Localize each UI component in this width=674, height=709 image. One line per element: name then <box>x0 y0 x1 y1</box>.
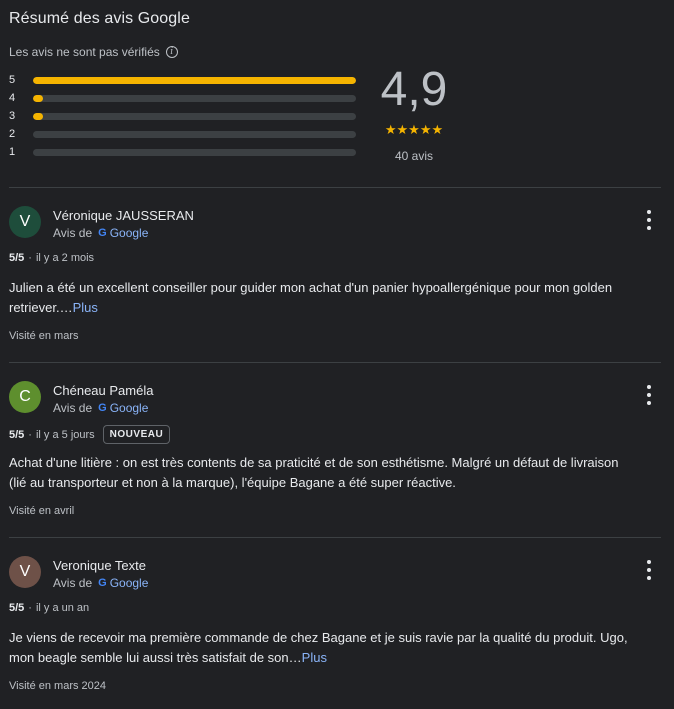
review-card: V Véronique JAUSSERAN Avis de G Google 5… <box>9 206 661 346</box>
rating-bar-row[interactable]: 2 <box>9 125 359 143</box>
divider <box>9 537 661 538</box>
source-prefix: Avis de <box>53 401 93 415</box>
review-meta: 5/5 · il y a un an <box>9 602 90 614</box>
google-icon: G <box>98 577 107 589</box>
more-link[interactable]: Plus <box>302 650 327 665</box>
info-icon[interactable]: i <box>165 46 178 58</box>
page-title: Résumé des avis Google <box>9 10 190 27</box>
unverified-label: Les avis ne sont pas vérifiés <box>9 45 160 59</box>
divider <box>9 362 661 363</box>
overall-score: 4,9 ★★★★★ 40 avis <box>370 60 458 163</box>
source-prefix: Avis de <box>53 226 93 240</box>
visit-date: Visité en mars <box>9 330 79 342</box>
visit-date: Visité en mars 2024 <box>9 680 107 692</box>
rating-bar-track <box>33 148 356 156</box>
visit-date: Visité en avril <box>9 505 75 517</box>
rating-bar-track <box>33 130 356 138</box>
source-prefix: Avis de <box>53 576 93 590</box>
review-card: C Chéneau Paméla Avis de G Google 5/5 · … <box>9 381 661 521</box>
rating-bar-fill <box>33 94 43 102</box>
new-badge: NOUVEAU <box>102 425 171 444</box>
rating-bar-track <box>33 112 356 120</box>
more-options-icon[interactable] <box>645 385 653 405</box>
rating-bar-label: 3 <box>9 110 16 122</box>
avatar[interactable]: C <box>9 381 41 413</box>
source-name[interactable]: Google <box>110 226 149 240</box>
rating-bar-label: 2 <box>9 128 16 140</box>
review-rating: 5/5 <box>9 602 25 614</box>
avatar[interactable]: V <box>9 556 41 588</box>
unverified-notice: Les avis ne sont pas vérifiés i <box>9 45 178 59</box>
review-rating: 5/5 <box>9 428 25 441</box>
review-meta: 5/5 · il y a 2 mois <box>9 252 95 264</box>
review-text: Je viens de recevoir ma première command… <box>9 628 639 668</box>
review-time: il y a 5 jours <box>35 428 95 441</box>
rating-bar-fill <box>33 112 43 120</box>
reviewer-name[interactable]: Véronique JAUSSERAN <box>53 208 194 223</box>
rating-bar-label: 5 <box>9 74 16 86</box>
rating-bar-label: 4 <box>9 92 16 104</box>
rating-bar-fill <box>33 76 356 84</box>
star-rating-icon: ★★★★★ <box>384 122 444 137</box>
source-name[interactable]: Google <box>110 576 149 590</box>
avatar[interactable]: V <box>9 206 41 238</box>
more-link[interactable]: Plus <box>73 300 98 315</box>
review-rating: 5/5 <box>9 252 25 264</box>
review-source: Avis de G Google <box>53 401 148 415</box>
review-count[interactable]: 40 avis <box>370 149 458 163</box>
review-time: il y a 2 mois <box>35 252 95 264</box>
google-icon: G <box>98 227 107 239</box>
review-source: Avis de G Google <box>53 576 148 590</box>
more-options-icon[interactable] <box>645 560 653 580</box>
review-source: Avis de G Google <box>53 226 148 240</box>
rating-bar-row[interactable]: 4 <box>9 89 359 107</box>
divider <box>9 187 661 188</box>
review-text-body: Julien a été un excellent conseiller pou… <box>9 280 613 315</box>
rating-distribution: 5 4 3 2 1 <box>9 71 359 161</box>
review-meta: 5/5 · il y a 5 jours NOUVEAU <box>9 425 171 444</box>
rating-bar-row[interactable]: 5 <box>9 71 359 89</box>
review-text: Julien a été un excellent conseiller pou… <box>9 278 639 318</box>
reviewer-name[interactable]: Chéneau Paméla <box>53 383 153 398</box>
rating-bar-row[interactable]: 1 <box>9 143 359 161</box>
rating-bar-track <box>33 94 356 102</box>
rating-bar-track <box>33 76 356 84</box>
review-text: Achat d'une litière : on est très conten… <box>9 453 639 493</box>
review-text-body: Achat d'une litière : on est très conten… <box>9 455 619 490</box>
review-card: V Veronique Texte Avis de G Google 5/5 ·… <box>9 556 661 696</box>
google-icon: G <box>98 402 107 414</box>
more-options-icon[interactable] <box>645 210 653 230</box>
reviewer-name[interactable]: Veronique Texte <box>53 558 146 573</box>
review-time: il y a un an <box>35 602 90 614</box>
rating-bar-label: 1 <box>9 146 16 158</box>
source-name[interactable]: Google <box>110 401 149 415</box>
score-value: 4,9 <box>380 63 448 116</box>
rating-bar-row[interactable]: 3 <box>9 107 359 125</box>
